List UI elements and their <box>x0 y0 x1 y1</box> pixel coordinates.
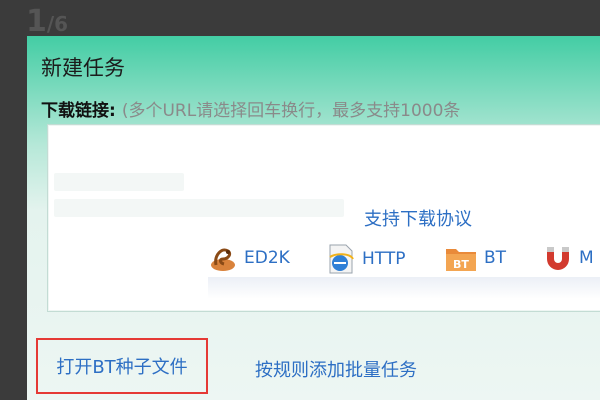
protocol-http: HTTP <box>326 243 406 275</box>
add-batch-task-link[interactable]: 按规则添加批量任务 <box>255 356 417 382</box>
bottom-actions: 打开BT种子文件 按规则添加批量任务 <box>27 336 600 400</box>
protocol-ed2k-label: ED2K <box>244 248 290 268</box>
download-link-label: 下载链接: <box>41 101 116 121</box>
add-batch-task-label: 按规则添加批量任务 <box>255 360 417 381</box>
bt-folder-icon: BT <box>446 249 476 271</box>
download-link-hint: (多个URL请选择回车换行，最多支持1000条 <box>121 101 461 121</box>
page-counter-total: /6 <box>46 12 69 36</box>
dialog-title: 新建任务 <box>41 56 125 80</box>
url-input-area[interactable]: 支持下载协议 ED2K HTTP BT BT M <box>47 124 600 312</box>
download-link-row: 下载链接: (多个URL请选择回车换行，最多支持1000条 <box>41 96 460 121</box>
protocol-http-label: HTTP <box>362 249 406 269</box>
page-counter: 1/6 <box>26 4 68 39</box>
faded-text-placeholder <box>54 173 184 191</box>
http-ie-icon <box>329 244 354 274</box>
protocol-bt: BT BT <box>444 243 506 273</box>
ed2k-icon <box>211 248 235 271</box>
protocol-magnet-label: M <box>579 248 594 268</box>
open-bt-seed-file-label: 打开BT种子文件 <box>56 357 188 378</box>
magnet-icon <box>547 247 569 270</box>
protocol-reflection <box>208 277 600 299</box>
supported-protocols-title: 支持下载协议 <box>364 209 472 230</box>
open-bt-seed-file-link[interactable]: 打开BT种子文件 <box>36 338 208 394</box>
protocol-bt-label: BT <box>484 248 507 268</box>
svg-text:BT: BT <box>453 258 469 271</box>
page-counter-current: 1 <box>26 4 47 39</box>
faded-text-placeholder <box>54 199 344 217</box>
new-task-dialog: 新建任务 下载链接: (多个URL请选择回车换行，最多支持1000条 支持下载协议… <box>27 36 600 400</box>
protocol-ed2k: ED2K <box>208 243 290 273</box>
protocol-magnet: M <box>543 243 594 273</box>
